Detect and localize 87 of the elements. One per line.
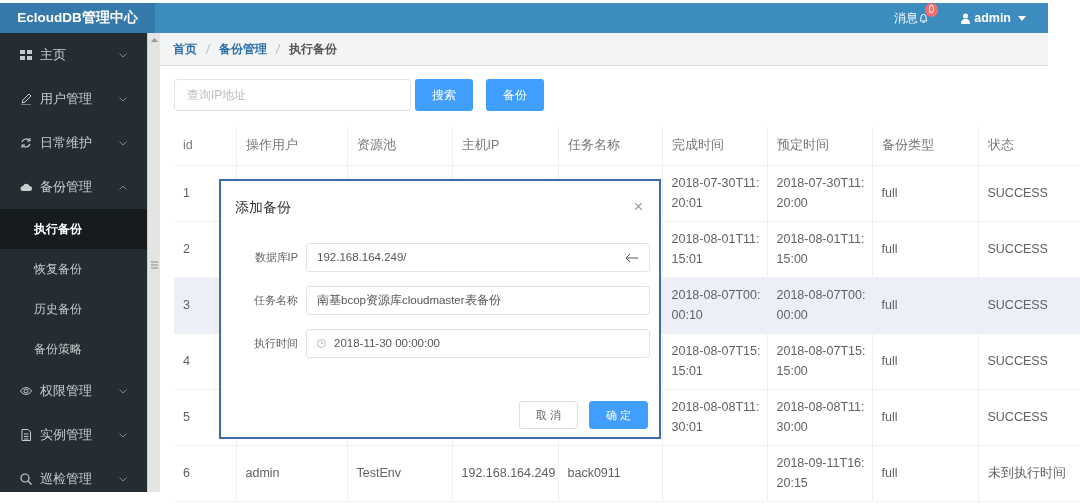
table-cell: full [872, 389, 978, 445]
eye-icon [20, 385, 32, 397]
table-cell: 2018-08-07T00: 00:00 [767, 277, 872, 333]
table-cell: 2018-08-08T11: 30:01 [662, 389, 767, 445]
cloud-icon [20, 181, 32, 193]
search-field[interactable]: 查询IP地址 [174, 79, 411, 111]
column-header: 完成时间 [662, 127, 767, 165]
chevron-up-icon [119, 184, 127, 190]
scrollbar[interactable] [147, 33, 160, 492]
sidebar-subitem[interactable]: 历史备份 [0, 289, 147, 329]
table-cell: SUCCESS [978, 165, 1080, 221]
table-cell: 未到执行时间 [978, 445, 1080, 501]
dialog-title: 添加备份 [235, 197, 291, 217]
chevron-down-icon [119, 52, 127, 58]
field-label: 执行时间 [253, 336, 299, 352]
table-cell: SUCCESS [978, 333, 1080, 389]
table-cell: 2018-08-07T15: 15:01 [662, 333, 767, 389]
column-header: 操作用户 [236, 127, 347, 165]
table-cell: SUCCESS [978, 389, 1080, 445]
sidebar-item[interactable]: 巡检管理 [0, 457, 147, 501]
table-cell: full [872, 445, 978, 501]
count-badge: 0 [924, 3, 939, 17]
scroll-up-icon[interactable] [150, 37, 158, 43]
table-cell: admin [236, 445, 347, 501]
chevron-down-icon [119, 140, 127, 146]
table-cell: 2018-09-11T16: 20:15 [767, 445, 872, 501]
column-header: id [174, 127, 236, 165]
separator-icon [275, 44, 281, 54]
table-cell: 2018-07-30T11: 20:01 [662, 165, 767, 221]
table-cell: 2018-08-07T00: 00:10 [662, 277, 767, 333]
field-label: 数据库IP [253, 250, 299, 266]
bell-icon [918, 12, 930, 24]
clock-icon [317, 339, 326, 348]
caret-icon [1018, 15, 1026, 21]
table-cell: 2018-08-01T11: 15:00 [767, 221, 872, 277]
column-header: 预定时间 [767, 127, 872, 165]
chevron-down-icon [119, 388, 127, 394]
input-field[interactable]: 南基bcop资源库cloudmaster表备份 [306, 286, 650, 315]
app-title: EcloudDB管理中心 [17, 8, 138, 27]
column-header: 主机IP [452, 127, 558, 165]
table-cell: 2018-07-30T11: 20:00 [767, 165, 872, 221]
document-icon [20, 429, 32, 441]
chevron-down-icon [119, 432, 127, 438]
sidebar-item[interactable]: 主页 [0, 33, 147, 77]
table-cell: 2018-08-01T11: 15:01 [662, 221, 767, 277]
sidebar-item[interactable]: 用户管理 [0, 77, 147, 121]
table-cell: full [872, 333, 978, 389]
user-menu[interactable]: admin [961, 8, 1026, 28]
sidebar-subitem[interactable]: 恢复备份 [0, 249, 147, 289]
table-cell: full [872, 165, 978, 221]
search-icon [20, 473, 32, 485]
grip-icon[interactable] [150, 261, 158, 269]
breadcrumb-link[interactable]: 备份管理 [219, 40, 267, 58]
date-picker-field[interactable]: 2018-11-30 00:00:00 [306, 329, 650, 358]
sidebar-subitem[interactable]: 执行备份 [0, 209, 147, 249]
table-cell: full [872, 221, 978, 277]
breadcrumb-link[interactable]: 首页 [173, 40, 197, 58]
cancel-button[interactable]: 取 消 [518, 401, 578, 429]
grid-icon [20, 49, 32, 61]
sidebar-item[interactable]: 日常维护 [0, 121, 147, 165]
column-header: 状态 [978, 127, 1080, 165]
table-cell: TestEnv [347, 445, 452, 501]
table-cell: SUCCESS [978, 277, 1080, 333]
chevron-down-icon [119, 96, 127, 102]
table-cell: back0911 [558, 445, 662, 501]
sidebar-subitem[interactable]: 备份策略 [0, 329, 147, 369]
column-header: 备份类型 [872, 127, 978, 165]
pen-icon [20, 93, 32, 105]
table-cell: SUCCESS [978, 221, 1080, 277]
table-cell: 2018-08-07T15: 15:00 [767, 333, 872, 389]
breadcrumb-current: 执行备份 [289, 41, 337, 58]
sidebar-item[interactable]: 备份管理 [0, 165, 147, 209]
table-cell: 6 [174, 445, 236, 501]
table-cell: full [872, 277, 978, 333]
input-field[interactable]: 192.168.164.249/ [306, 243, 650, 272]
field-label: 任务名称 [253, 293, 299, 309]
column-header: 资源池 [347, 127, 452, 165]
sidebar-item[interactable]: 实例管理 [0, 413, 147, 457]
column-header: 任务名称 [558, 127, 662, 165]
table-cell: 192.168.164.249 [452, 445, 558, 501]
separator-icon [205, 44, 211, 54]
chevron-down-icon [119, 476, 127, 482]
table-cell: 2018-08-08T11: 30:00 [767, 389, 872, 445]
sidebar-item[interactable]: 权限管理 [0, 369, 147, 413]
refresh-icon [20, 137, 32, 149]
user-icon [961, 12, 971, 24]
back-arrow-icon [625, 252, 639, 263]
